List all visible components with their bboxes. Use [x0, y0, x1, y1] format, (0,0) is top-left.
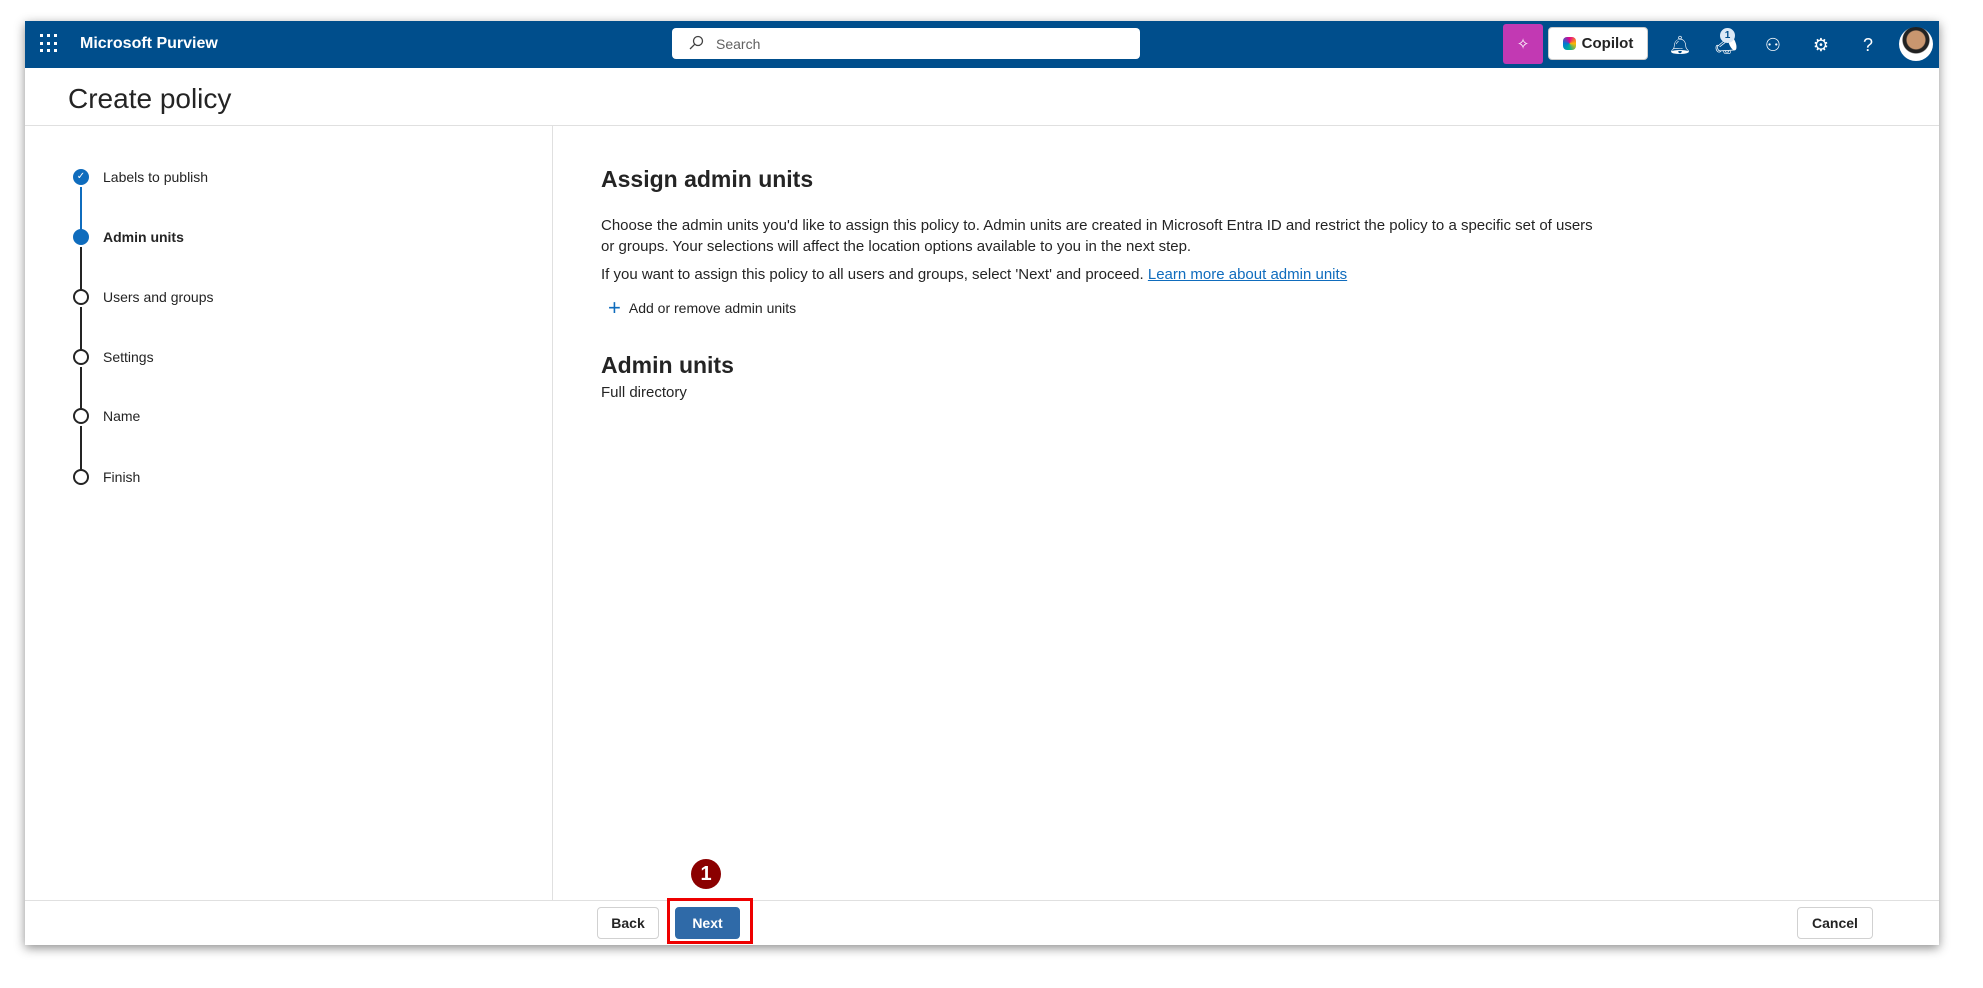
add-label: Add or remove admin units — [628, 300, 797, 316]
step-connector — [80, 367, 82, 411]
plus-icon: + — [608, 295, 621, 320]
step-label: Finish — [103, 469, 141, 485]
step-connector — [80, 247, 82, 291]
top-bar: Microsoft Purview Search ✧ Copilot 🔔︎ 📣︎… — [25, 21, 1939, 68]
footer-divider — [25, 900, 1939, 901]
step-label: Admin units — [103, 229, 184, 245]
page-title: Create policy — [68, 83, 232, 114]
help-icon[interactable]: ? — [1856, 33, 1880, 57]
app-name[interactable]: Microsoft Purview — [80, 35, 218, 53]
rocket-button[interactable]: ✧ — [1503, 24, 1543, 64]
step-number-badge: 1 — [691, 859, 721, 889]
copilot-label: Copilot — [1581, 35, 1634, 52]
step-connector — [80, 187, 82, 231]
step-label: Labels to publish — [103, 169, 209, 185]
app-launcher-icon[interactable] — [40, 34, 60, 54]
add-remove-admin-units-button[interactable]: + Add or remove admin units — [608, 295, 797, 320]
gear-icon[interactable]: ⚙ — [1809, 33, 1833, 57]
rocket-icon: ✧ — [1516, 36, 1530, 53]
search-placeholder: Search — [716, 36, 761, 52]
copilot-icon — [1562, 37, 1576, 50]
search-input[interactable]: Search — [672, 28, 1140, 59]
community-icon[interactable]: ⚇ — [1761, 33, 1785, 57]
copilot-button[interactable]: Copilot — [1548, 27, 1648, 60]
divider — [552, 126, 553, 901]
step-label: Settings — [103, 349, 154, 365]
check-icon: ✓ — [73, 169, 89, 185]
hint: If you want to assign this policy to all… — [601, 266, 1144, 283]
admin-units-heading: Admin units — [601, 352, 734, 378]
step-circle-icon — [73, 289, 89, 305]
cancel-button[interactable]: Cancel — [1797, 907, 1873, 939]
step-circle-icon — [73, 408, 89, 424]
step-circle-icon — [73, 469, 89, 485]
step-connector — [80, 426, 82, 470]
avatar[interactable] — [1899, 27, 1933, 61]
current-step-icon — [73, 229, 89, 245]
step-label: Users and groups — [103, 289, 214, 305]
admin-units-value: Full directory — [601, 384, 687, 401]
app-window: Microsoft Purview Search ✧ Copilot 🔔︎ 📣︎… — [25, 21, 1939, 945]
back-button[interactable]: Back — [597, 907, 659, 939]
bell-icon[interactable]: 🔔︎ — [1668, 33, 1692, 57]
description: Choose the admin units you'd like to ass… — [601, 217, 1593, 255]
search-icon — [689, 35, 704, 50]
section-heading: Assign admin units — [601, 166, 814, 192]
hint-text: If you want to assign this policy to all… — [601, 264, 1347, 285]
divider — [25, 125, 1939, 126]
step-settings[interactable]: Settings — [73, 349, 154, 365]
step-connector — [80, 307, 82, 351]
step-admin-units[interactable]: Admin units — [73, 229, 184, 245]
step-circle-icon — [73, 349, 89, 365]
step-users-and-groups[interactable]: Users and groups — [73, 289, 214, 305]
step-finish[interactable]: Finish — [73, 469, 140, 485]
step-labels-to-publish[interactable]: ✓ Labels to publish — [73, 169, 208, 185]
learn-more-link[interactable]: Learn more about admin units — [1148, 266, 1347, 283]
highlight-box — [667, 898, 753, 944]
step-name[interactable]: Name — [73, 408, 140, 424]
notification-badge: 1 — [1720, 28, 1735, 43]
step-label: Name — [103, 408, 141, 424]
